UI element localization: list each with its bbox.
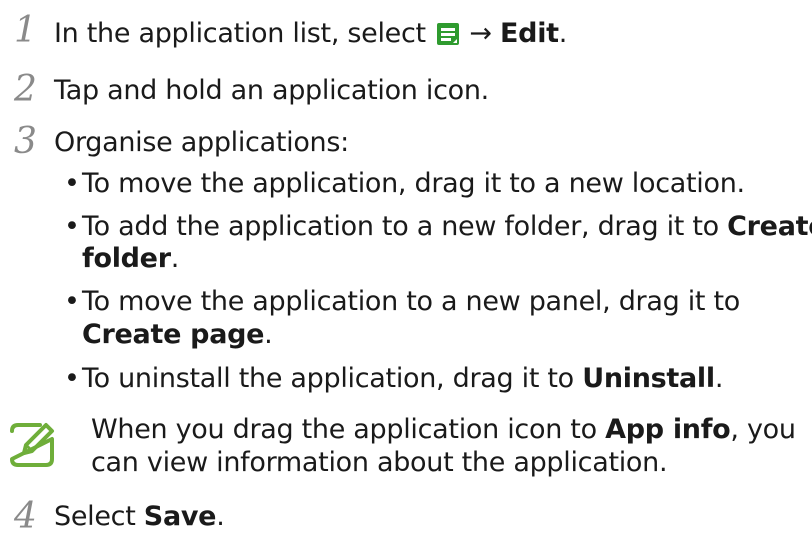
bullet-2-text-line2: folder. <box>82 242 179 276</box>
bullet-3: • <box>64 286 80 317</box>
bullet-3-text-line2: Create page. <box>82 318 273 352</box>
arrow-glyph: → <box>469 18 492 49</box>
note-text-line2: can view information about the applicati… <box>91 447 668 478</box>
bullet-3-create-page-label: Create page <box>82 319 265 350</box>
step-1-period: . <box>558 18 568 49</box>
note-text-line1: When you drag the application icon to Ap… <box>91 413 796 447</box>
note-prefix: When you drag the application icon to <box>91 414 597 445</box>
bullet-4-uninstall-label: Uninstall <box>582 363 715 394</box>
note-pencil-icon <box>10 423 54 467</box>
bullet-1: • <box>64 168 80 199</box>
step-number-3: 3 <box>14 121 37 162</box>
bullet-3-period: . <box>264 319 273 350</box>
step-1-text: In the application list, select → Edit. <box>54 17 567 51</box>
step-number-2: 2 <box>14 69 37 110</box>
note-suffix: , you <box>730 414 796 445</box>
menu-icon <box>437 23 460 45</box>
note-app-info-label: App info <box>605 414 731 445</box>
bullet-2-period: . <box>170 243 180 274</box>
bullet-2-prefix: To add the application to a new folder, … <box>82 211 719 242</box>
step-4-text: Select Save. <box>54 500 225 534</box>
bullet-1-text: To move the application, drag it to a ne… <box>82 168 745 199</box>
bullet-4-prefix: To uninstall the application, drag it to <box>82 363 574 394</box>
step-number-4: 4 <box>14 496 37 537</box>
bullet-4: • <box>64 363 80 394</box>
step-4-save-label: Save <box>143 501 217 532</box>
bullet-2-folder-label: folder <box>82 243 171 274</box>
bullet-2: • <box>64 211 80 242</box>
step-2-text: Tap and hold an application icon. <box>54 75 489 106</box>
bullet-2-text: To add the application to a new folder, … <box>82 210 812 244</box>
bullet-4-text: To uninstall the application, drag it to… <box>82 362 723 396</box>
step-4-period: . <box>216 501 225 532</box>
step-1-edit-label: Edit <box>500 18 559 49</box>
bullet-2-create-label: Create <box>727 211 812 242</box>
step-number-1: 1 <box>14 10 37 51</box>
bullet-4-period: . <box>714 363 724 394</box>
step-3-text: Organise applications: <box>54 127 349 158</box>
step-1-prefix: In the application list, select <box>54 18 426 49</box>
bullet-3-text: To move the application to a new panel, … <box>82 286 740 317</box>
step-4-prefix: Select <box>54 501 136 532</box>
